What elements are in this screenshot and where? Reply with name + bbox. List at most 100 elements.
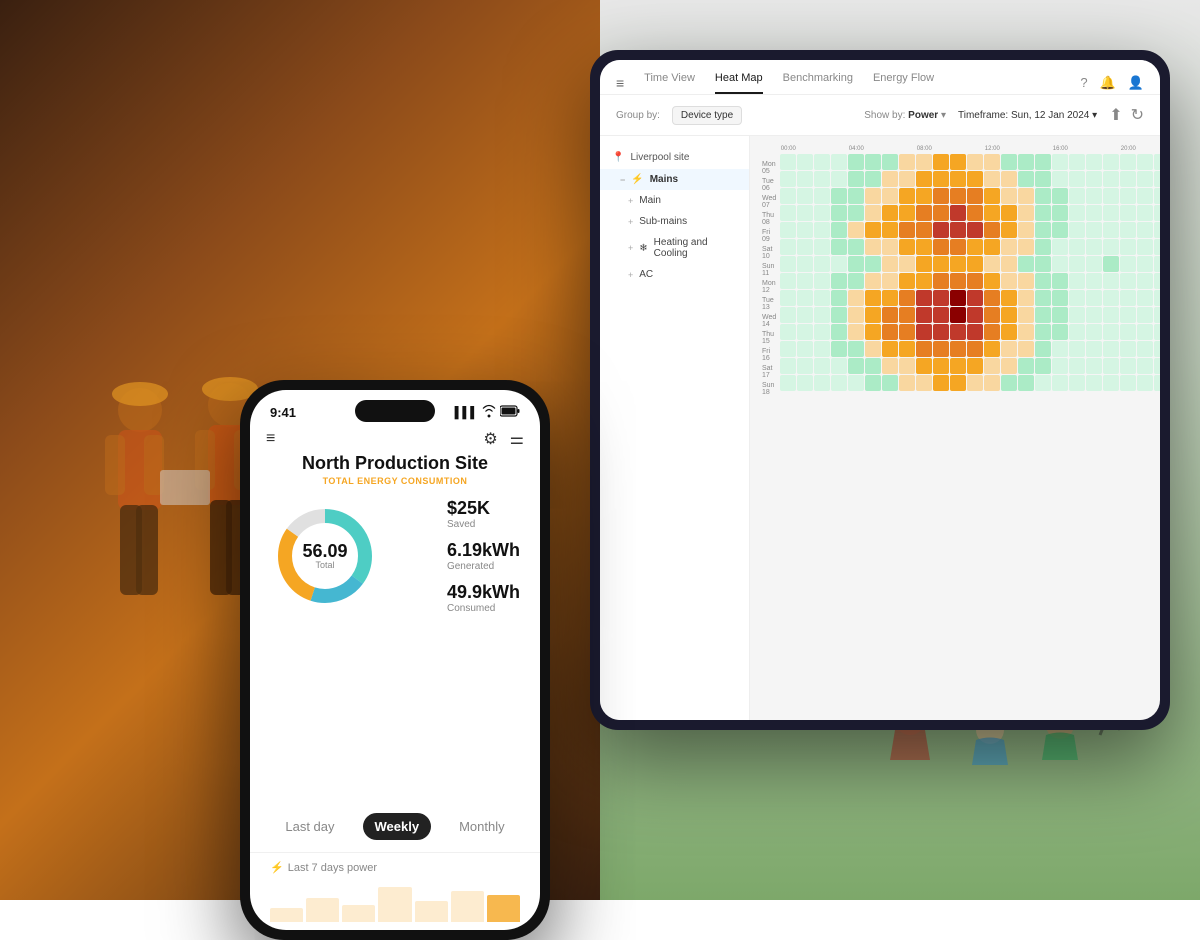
heatmap-cell[interactable] [797, 307, 813, 323]
heatmap-cell[interactable] [780, 324, 796, 340]
heatmap-cell[interactable] [1086, 273, 1102, 289]
show-by-value[interactable]: Power [908, 110, 938, 121]
heatmap-cell[interactable] [865, 324, 881, 340]
heatmap-cell[interactable] [848, 205, 864, 221]
heatmap-cell[interactable] [814, 256, 830, 272]
heatmap-cell[interactable] [1120, 205, 1136, 221]
heatmap-cell[interactable] [1001, 239, 1017, 255]
heatmap-cell[interactable] [797, 205, 813, 221]
heatmap-cell[interactable] [1086, 171, 1102, 187]
heatmap-cell[interactable] [1052, 341, 1068, 357]
heatmap-cell[interactable] [1154, 222, 1160, 238]
heatmap-cell[interactable] [1154, 307, 1160, 323]
heatmap-cell[interactable] [1137, 205, 1153, 221]
heatmap-cell[interactable] [1035, 358, 1051, 374]
period-weekly[interactable]: Weekly [363, 813, 432, 840]
heatmap-cell[interactable] [1086, 205, 1102, 221]
heatmap-cell[interactable] [780, 154, 796, 170]
heatmap-cell[interactable] [865, 256, 881, 272]
heatmap-cell[interactable] [797, 358, 813, 374]
heatmap-cell[interactable] [950, 341, 966, 357]
heatmap-cell[interactable] [1052, 256, 1068, 272]
heatmap-cell[interactable] [1120, 256, 1136, 272]
heatmap-cell[interactable] [1018, 341, 1034, 357]
heatmap-cell[interactable] [1018, 256, 1034, 272]
heatmap-cell[interactable] [780, 205, 796, 221]
heatmap-cell[interactable] [967, 307, 983, 323]
heatmap-cell[interactable] [1069, 205, 1085, 221]
heatmap-cell[interactable] [1103, 375, 1119, 391]
heatmap-cell[interactable] [780, 341, 796, 357]
heatmap-cell[interactable] [916, 358, 932, 374]
heatmap-cell[interactable] [1035, 171, 1051, 187]
heatmap-cell[interactable] [1052, 205, 1068, 221]
heatmap-cell[interactable] [1001, 358, 1017, 374]
heatmap-cell[interactable] [1103, 222, 1119, 238]
heatmap-cell[interactable] [1120, 273, 1136, 289]
heatmap-cell[interactable] [1120, 375, 1136, 391]
heatmap-cell[interactable] [865, 188, 881, 204]
heatmap-cell[interactable] [1120, 358, 1136, 374]
heatmap-cell[interactable] [984, 239, 1000, 255]
heatmap-cell[interactable] [1120, 171, 1136, 187]
sidebar-item-sub-mains[interactable]: + Sub-mains [600, 211, 749, 232]
heatmap-cell[interactable] [1154, 171, 1160, 187]
phone-hamburger-icon[interactable]: ≡ [266, 430, 275, 448]
heatmap-cell[interactable] [814, 239, 830, 255]
heatmap-cell[interactable] [1086, 341, 1102, 357]
heatmap-cell[interactable] [1069, 358, 1085, 374]
heatmap-cell[interactable] [848, 222, 864, 238]
help-icon[interactable]: ? [1080, 75, 1087, 91]
heatmap-cell[interactable] [1086, 324, 1102, 340]
heatmap-cell[interactable] [797, 239, 813, 255]
heatmap-cell[interactable] [1137, 188, 1153, 204]
heatmap-cell[interactable] [1103, 341, 1119, 357]
heatmap-cell[interactable] [984, 290, 1000, 306]
heatmap-cell[interactable] [933, 341, 949, 357]
heatmap-cell[interactable] [814, 307, 830, 323]
heatmap-cell[interactable] [1018, 324, 1034, 340]
heatmap-cell[interactable] [882, 222, 898, 238]
heatmap-cell[interactable] [933, 256, 949, 272]
heatmap-cell[interactable] [967, 171, 983, 187]
heatmap-cell[interactable] [984, 341, 1000, 357]
heatmap-cell[interactable] [1035, 188, 1051, 204]
heatmap-cell[interactable] [1086, 256, 1102, 272]
heatmap-cell[interactable] [848, 256, 864, 272]
heatmap-cell[interactable] [950, 222, 966, 238]
heatmap-cell[interactable] [916, 307, 932, 323]
heatmap-cell[interactable] [984, 375, 1000, 391]
heatmap-cell[interactable] [1052, 358, 1068, 374]
heatmap-cell[interactable] [1103, 324, 1119, 340]
heatmap-cell[interactable] [865, 171, 881, 187]
heatmap-cell[interactable] [899, 273, 915, 289]
user-icon[interactable]: 👤 [1128, 75, 1144, 91]
heatmap-cell[interactable] [1086, 222, 1102, 238]
heatmap-cell[interactable] [1137, 358, 1153, 374]
heatmap-cell[interactable] [1052, 154, 1068, 170]
heatmap-cell[interactable] [797, 341, 813, 357]
heatmap-cell[interactable] [848, 307, 864, 323]
heatmap-cell[interactable] [1018, 154, 1034, 170]
heatmap-cell[interactable] [916, 375, 932, 391]
heatmap-cell[interactable] [780, 222, 796, 238]
heatmap-cell[interactable] [933, 290, 949, 306]
heatmap-cell[interactable] [933, 205, 949, 221]
heatmap-cell[interactable] [848, 239, 864, 255]
heatmap-cell[interactable] [1052, 375, 1068, 391]
heatmap-cell[interactable] [950, 358, 966, 374]
heatmap-cell[interactable] [1001, 375, 1017, 391]
heatmap-cell[interactable] [831, 358, 847, 374]
heatmap-cell[interactable] [848, 171, 864, 187]
heatmap-cell[interactable] [933, 273, 949, 289]
heatmap-cell[interactable] [950, 188, 966, 204]
heatmap-cell[interactable] [933, 188, 949, 204]
heatmap-cell[interactable] [1035, 239, 1051, 255]
tablet-menu-icon[interactable]: ≡ [616, 75, 624, 91]
heatmap-cell[interactable] [1120, 290, 1136, 306]
heatmap-cell[interactable] [899, 171, 915, 187]
heatmap-cell[interactable] [1069, 324, 1085, 340]
heatmap-cell[interactable] [933, 239, 949, 255]
heatmap-cell[interactable] [882, 324, 898, 340]
heatmap-cell[interactable] [1035, 324, 1051, 340]
